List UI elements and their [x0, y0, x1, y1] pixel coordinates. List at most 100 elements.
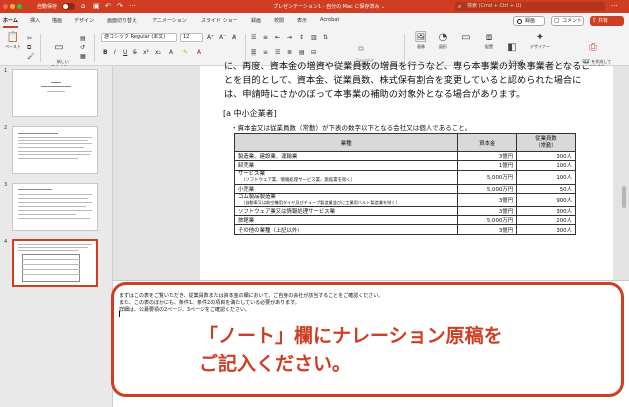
distribute-icon[interactable]: ▤: [299, 49, 305, 56]
slide-thumbnail-4[interactable]: [12, 239, 98, 287]
arrange-label: 配置: [485, 44, 493, 49]
column-header: 資本金: [457, 133, 518, 152]
paste-button[interactable]: 📋 ペースト: [2, 32, 24, 49]
search-icon: ⌕: [458, 3, 462, 10]
minimize-window-button[interactable]: [10, 4, 15, 9]
textbox-button[interactable]: ▭: [455, 32, 477, 44]
record-button[interactable]: 録画: [513, 16, 545, 26]
slide[interactable]: に、再度、資本金の増資や従業員数の増員を行うなど、専ら本事業の対象事業者となるこ…: [200, 61, 613, 280]
separator: [40, 34, 41, 62]
tab-design[interactable]: デザイン: [74, 17, 94, 24]
capital-cell: 5,000万円: [457, 215, 518, 226]
font-name-select[interactable]: 游ゴシック Regular (本文): [101, 33, 177, 42]
layout-icon[interactable]: ▤: [80, 35, 86, 42]
tab-animations[interactable]: アニメーション: [152, 17, 187, 24]
new-slide-icon: ▭: [54, 42, 64, 53]
sme-criteria-table[interactable]: 業種 資本金 従業員数 （常勤） 製造業、建設業、運輸業 3億円 300人 卸売…: [233, 133, 576, 235]
bold-icon[interactable]: B: [103, 49, 108, 56]
reset-icon[interactable]: ↺: [80, 44, 85, 51]
slide-thumbnail-1[interactable]: [12, 69, 98, 117]
arrange-button[interactable]: ⧈ 配置: [478, 32, 500, 49]
slide-text-line: は、申請時にさかのぼって本事業の補助の対象外となる場合があります。: [224, 89, 526, 100]
section-heading: [a 中小企業者]: [223, 109, 277, 118]
align-text-icon[interactable]: ⊟: [311, 49, 316, 56]
employees-cell: 300人: [516, 150, 576, 162]
superscript-icon[interactable]: x²: [143, 49, 149, 56]
tab-slideshow[interactable]: スライド ショー: [201, 17, 238, 24]
search-input[interactable]: ⌕ 検索 (Cmd + Ctrl + U): [455, 2, 605, 11]
smartart-icon: ⧉: [358, 44, 364, 53]
employees-cell: 200人: [516, 215, 576, 226]
copy-icon[interactable]: ⧉: [27, 44, 31, 51]
table-row: 卸売業 1億円 100人: [233, 160, 576, 171]
slide-number: 1: [4, 68, 8, 74]
cut-icon[interactable]: ✂: [27, 35, 32, 42]
document-title[interactable]: プレゼンテーション1 - 自分の Mac に保存済み ⌄: [273, 3, 385, 10]
underline-icon[interactable]: U: [123, 49, 127, 56]
justify-icon[interactable]: ≣: [287, 49, 292, 56]
text-effects-icon[interactable]: A: [169, 49, 173, 56]
slide-thumbnail-2[interactable]: [12, 126, 98, 174]
employees-cell: 100人: [516, 160, 576, 171]
record-button-label: 録画: [525, 18, 536, 24]
close-window-button[interactable]: [3, 4, 8, 9]
industry-note: （自動車又は航空機用タイヤ及びチューブ製造業並びに工業用ベルト製造業を除く）: [241, 199, 400, 205]
strikethrough-icon[interactable]: S̶: [133, 49, 137, 56]
autosave-toggle[interactable]: [62, 3, 75, 10]
slide-thumbnail-3[interactable]: [12, 183, 98, 231]
shape-button[interactable]: ◔ 図形: [432, 32, 454, 49]
bullets-icon[interactable]: ☰: [251, 34, 256, 41]
tab-draw[interactable]: 描画: [52, 17, 62, 24]
align-left-icon[interactable]: ☰: [251, 49, 257, 56]
tab-transitions[interactable]: 画面切り替え: [107, 17, 137, 24]
employees-cell: 100人: [516, 169, 576, 185]
designer-button[interactable]: ✦ デザイナー: [525, 32, 555, 49]
tab-record[interactable]: 録画: [251, 17, 261, 24]
comment-icon: ▢: [554, 17, 560, 24]
undo-icon[interactable]: ↶: [105, 2, 111, 11]
comment-button[interactable]: ▢ コメント: [551, 16, 584, 26]
columns-icon[interactable]: ▥: [311, 34, 317, 41]
highlight-icon[interactable]: ✎: [183, 49, 188, 56]
font-color-icon[interactable]: A: [197, 49, 201, 56]
capital-cell: 3億円: [457, 150, 518, 162]
tab-review[interactable]: 校閲: [274, 17, 284, 24]
designer-icon: ✦: [535, 32, 545, 43]
increase-font-icon[interactable]: A⁺: [207, 34, 214, 41]
industry-name: サービス業: [238, 170, 265, 177]
save-icon[interactable]: ▣: [93, 2, 100, 11]
text-direction-icon[interactable]: ⇅: [323, 34, 328, 41]
font-size-select[interactable]: 12: [180, 33, 203, 42]
capital-cell: 3億円: [457, 205, 518, 217]
tab-acrobat[interactable]: Acrobat: [320, 17, 339, 23]
section-icon[interactable]: ▦: [80, 53, 86, 60]
vertical-scrollbar[interactable]: [622, 186, 626, 208]
tab-view[interactable]: 表示: [297, 17, 307, 24]
line-spacing-icon[interactable]: ↕: [299, 34, 304, 41]
zoom-window-button[interactable]: [17, 4, 22, 9]
tab-home[interactable]: ホーム: [3, 17, 18, 24]
align-center-icon[interactable]: ≡: [263, 49, 268, 56]
numbering-icon[interactable]: ≡: [263, 34, 268, 41]
clear-format-icon[interactable]: A̷: [232, 34, 236, 41]
share-button[interactable]: ⇪ 共有: [590, 16, 624, 26]
employees-cell: 300人: [516, 224, 576, 235]
redo-icon[interactable]: ↷: [117, 2, 123, 11]
picture-label: 画像: [417, 44, 425, 49]
decrease-font-icon[interactable]: A⁻: [219, 34, 226, 41]
increase-indent-icon[interactable]: ⇥: [287, 34, 292, 41]
slide-thumbnail-pane: 1 2 3 4: [0, 66, 113, 407]
align-right-icon[interactable]: ☰: [275, 49, 280, 56]
tab-insert[interactable]: 挿入: [30, 17, 40, 24]
home-icon[interactable]: ⌂: [81, 2, 85, 11]
autosave-label: 自動保存: [37, 4, 58, 10]
italic-icon[interactable]: I: [114, 49, 116, 56]
table-row: その他の業種（上記以外） 3億円 300人: [233, 224, 576, 235]
format-painter-icon[interactable]: 🖌: [27, 53, 35, 60]
subscript-icon[interactable]: x₂: [155, 49, 161, 56]
more-icon[interactable]: ···: [129, 2, 136, 11]
decrease-indent-icon[interactable]: ⇤: [275, 34, 280, 41]
paste-label: ペースト: [5, 44, 21, 49]
more-options-icon[interactable]: ···: [611, 2, 618, 10]
picture-button[interactable]: 🖼 画像: [410, 32, 432, 49]
